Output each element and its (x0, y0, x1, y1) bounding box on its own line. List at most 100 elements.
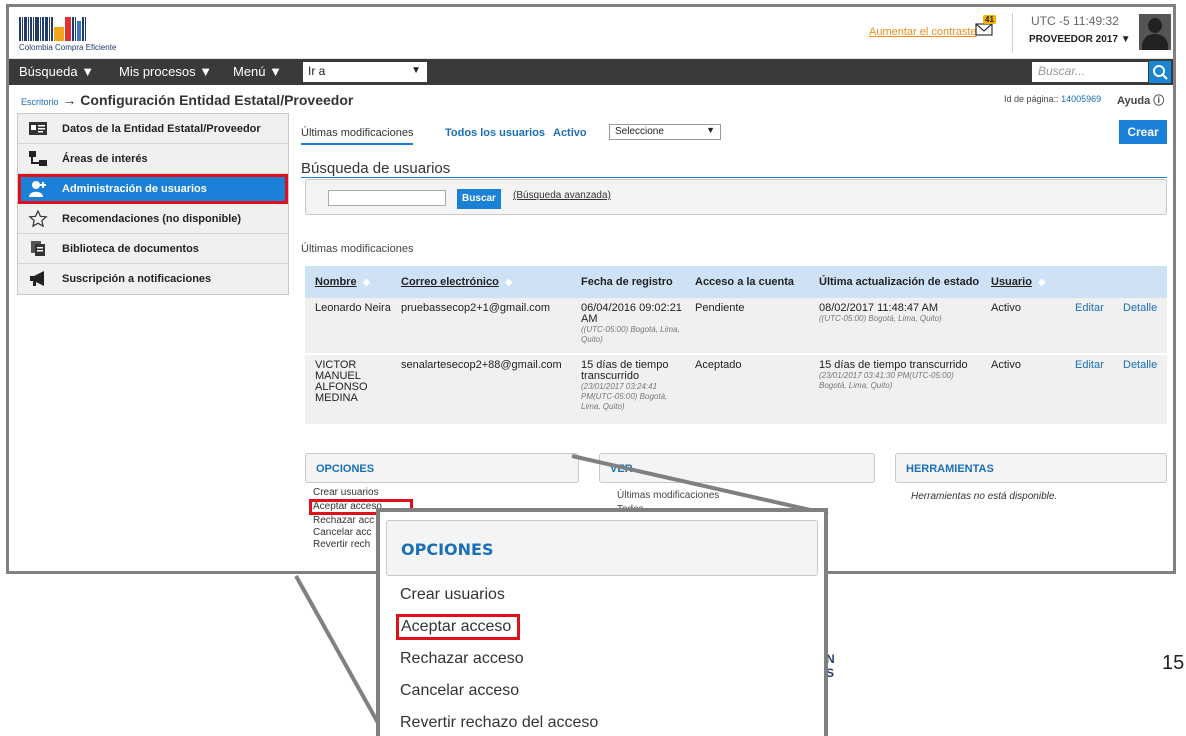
avatar[interactable] (1139, 14, 1171, 50)
sidebar-item-areas-interes[interactable]: Áreas de interés (18, 144, 288, 174)
documents-icon (31, 241, 45, 256)
zoom-option-aceptar-acceso[interactable]: Aceptar acceso (396, 614, 521, 640)
cell-user-status: Activo (981, 354, 1065, 424)
breadcrumb-arrow: → (62, 92, 77, 108)
edit-link[interactable]: Editar (1075, 302, 1104, 314)
sort-icon: ◆ (1037, 277, 1046, 288)
megaphone-icon (30, 271, 44, 286)
user-profile-label: PROVEEDOR 2017 (1029, 34, 1118, 45)
search-icon (1153, 65, 1168, 80)
cell-status-update: 15 días de tiempo transcurrido (23/01/20… (809, 354, 981, 424)
logo-barcode-icon (19, 13, 139, 41)
global-search-input[interactable]: Buscar... (1032, 62, 1148, 82)
option-crear-usuarios[interactable]: Crear usuarios (313, 487, 413, 499)
colombia-compra-logo[interactable]: Colombia Compra Eficiente (19, 13, 139, 53)
options-panel-header: OPCIONES (305, 453, 579, 483)
zoom-options-list: Crear usuarios Aceptar acceso Rechazar a… (396, 582, 598, 736)
cell-status-update: 08/02/2017 11:48:47 AM ((UTC-05:00) Bogo… (809, 298, 981, 355)
page-title: Configuración Entidad Estatal/Proveedor (80, 92, 354, 108)
user-search-input[interactable] (328, 190, 446, 206)
top-header: Colombia Compra Eficiente Aumentar el co… (9, 7, 1173, 59)
mail-count-badge: 41 (983, 15, 996, 24)
cell-access: Pendiente (685, 298, 809, 355)
star-icon (28, 210, 48, 227)
zoom-option-cancelar-acceso[interactable]: Cancelar acceso (400, 678, 598, 710)
column-header-usuario[interactable]: Usuario ◆ (981, 266, 1065, 298)
sidebar-item-suscripcion[interactable]: Suscripción a notificaciones (18, 264, 288, 294)
tab-ultimas-modificaciones[interactable]: Últimas modificaciones (301, 127, 414, 145)
users-table: Nombre ◆ Correo electrónico ◆ Fecha de reg… (305, 266, 1167, 424)
advanced-search-link[interactable]: (Búsqueda avanzada) (513, 190, 611, 201)
chevron-down-icon: ▼ (1120, 34, 1131, 45)
logo-caption: Colombia Compra Eficiente (19, 43, 117, 52)
add-user-icon (29, 181, 46, 197)
table-row: VICTOR MANUEL ALFONSO MEDINA senalartese… (305, 354, 1167, 424)
detail-link[interactable]: Detalle (1123, 302, 1157, 314)
increase-contrast-link[interactable]: Aumentar el contraste (869, 26, 977, 38)
help-link[interactable]: Ayuda ⓘ (1117, 92, 1164, 108)
chevron-down-icon: ▼ (81, 64, 95, 79)
results-caption: Últimas modificaciones (301, 243, 414, 255)
nav-busqueda[interactable]: Búsqueda ▼ (19, 64, 94, 79)
status-select[interactable]: Seleccione ▼ (609, 124, 721, 140)
column-header-correo[interactable]: Correo electrónico ◆ (391, 266, 571, 298)
cell-name: VICTOR MANUEL ALFONSO MEDINA (305, 354, 391, 424)
section-divider (301, 177, 1167, 178)
utc-clock: UTC -5 11:49:32 (1031, 14, 1119, 28)
zoom-option-revertir-rechazo[interactable]: Revertir rechazo del acceso (400, 710, 598, 736)
cell-email: senalartesecop2+88@gmail.com (391, 354, 571, 424)
sort-icon: ◆ (362, 277, 371, 288)
page-id-value: 14005969 (1061, 94, 1102, 104)
zoomed-options-callout: OPCIONES Crear usuarios Aceptar acceso R… (376, 508, 828, 736)
sidebar-item-label: Datos de la Entidad Estatal/Proveedor (62, 123, 261, 135)
nav-mis-procesos[interactable]: Mis procesos ▼ (119, 64, 212, 79)
search-button[interactable] (1149, 61, 1171, 83)
sidebar-item-biblioteca[interactable]: Biblioteca de documentos (18, 234, 288, 264)
tools-panel-header: HERRAMIENTAS (895, 453, 1167, 483)
edit-link[interactable]: Editar (1075, 359, 1104, 371)
create-user-button[interactable]: Crear (1119, 120, 1167, 144)
cell-email: pruebassecop2+1@gmail.com (391, 298, 571, 355)
sidebar-item-recomendaciones[interactable]: Recomendaciones (no disponible) (18, 204, 288, 234)
zoom-options-header: OPCIONES (386, 520, 818, 576)
column-header-ultima-actualizacion: Última actualización de estado (809, 266, 981, 298)
help-circle-icon: ⓘ (1153, 95, 1165, 107)
sidebar-item-label: Administración de usuarios (62, 183, 207, 195)
chevron-down-icon: ▼ (411, 65, 421, 76)
main-navbar: Búsqueda ▼ Mis procesos ▼ Menú ▼ Ir a ▼ B… (9, 59, 1173, 85)
cell-access: Aceptado (685, 354, 809, 424)
cell-registration-date: 15 días de tiempo transcurrido (23/01/20… (571, 354, 685, 424)
table-row: Leonardo Neira pruebassecop2+1@gmail.com… (305, 298, 1167, 355)
column-header-nombre[interactable]: Nombre ◆ (305, 266, 391, 298)
tab-todos-los-usuarios[interactable]: Todos los usuarios (445, 127, 545, 139)
view-ultimas-modificaciones[interactable]: Últimas modificaciones (617, 489, 719, 503)
zoom-option-rechazar-acceso[interactable]: Rechazar acceso (400, 646, 598, 678)
column-header-edit (1065, 266, 1113, 298)
sort-icon: ◆ (504, 277, 513, 288)
zoom-option-crear-usuarios[interactable]: Crear usuarios (400, 582, 598, 614)
user-profile-select[interactable]: PROVEEDOR 2017 ▼ (1029, 34, 1131, 45)
sidebar-item-datos-entidad[interactable]: Datos de la Entidad Estatal/Proveedor (18, 114, 288, 144)
id-card-icon (29, 122, 47, 135)
slide-page-number: 15 (1162, 652, 1185, 674)
screenshot-frame: Colombia Compra Eficiente Aumentar el co… (6, 4, 1176, 574)
tools-unavailable-text: Herramientas no está disponible. (911, 491, 1058, 502)
detail-link[interactable]: Detalle (1123, 359, 1157, 371)
page-id: Id de página:: 14005969 (1004, 94, 1102, 104)
nav-menu[interactable]: Menú ▼ (233, 64, 282, 79)
sidebar-item-administracion-usuarios[interactable]: Administración de usuarios (18, 174, 288, 204)
buscar-button[interactable]: Buscar (457, 189, 501, 209)
chevron-down-icon: ▼ (269, 64, 283, 79)
goto-select[interactable]: Ir a ▼ (303, 62, 427, 82)
sidebar-item-label: Biblioteca de documentos (62, 243, 199, 255)
breadcrumb-home-link[interactable]: Escritorio (21, 97, 59, 107)
mail-icon[interactable] (975, 22, 993, 36)
search-panel (305, 179, 1167, 215)
view-panel-header: VER (599, 453, 875, 483)
cell-name: Leonardo Neira (305, 298, 391, 355)
table-header-row: Nombre ◆ Correo electrónico ◆ Fecha de reg… (305, 266, 1167, 298)
cell-user-status: Activo (981, 298, 1065, 355)
tab-activo[interactable]: Activo (553, 127, 587, 139)
breadcrumb: Escritorio → Configuración Entidad Estat… (21, 92, 353, 108)
cell-registration-date: 06/04/2016 09:02:21 AM ((UTC-05:00) Bogo… (571, 298, 685, 355)
